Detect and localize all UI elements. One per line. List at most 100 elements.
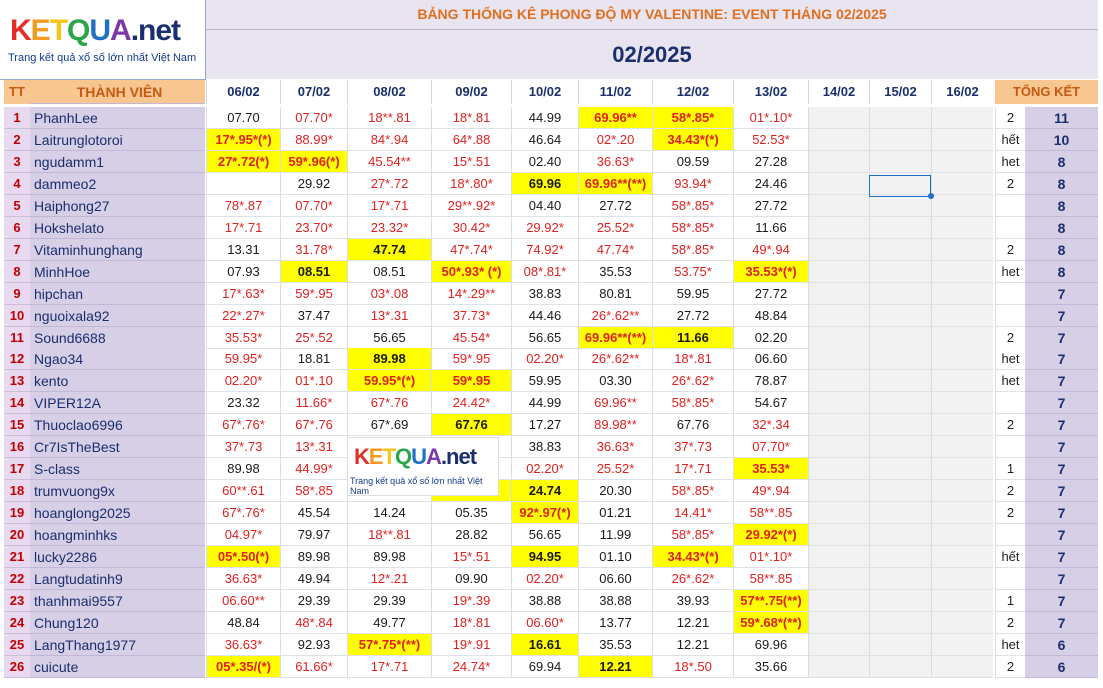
empty-cell bbox=[869, 283, 931, 305]
header-date: 06/02 bbox=[206, 80, 280, 104]
prediction-cell: 01.10 bbox=[578, 546, 652, 568]
empty-cell bbox=[931, 305, 993, 327]
member-name: hipchan bbox=[30, 283, 205, 305]
row-number: 10 bbox=[4, 305, 30, 327]
prediction-cell: 36.63* bbox=[578, 436, 652, 458]
empty-cell bbox=[931, 656, 993, 678]
member-name: Haiphong27 bbox=[30, 195, 205, 217]
prediction-cell: 01*.10* bbox=[733, 107, 808, 129]
prediction-cell: 03.30 bbox=[578, 370, 652, 392]
prediction-cell: 44.99 bbox=[511, 107, 578, 129]
prediction-cell: 09.59 bbox=[652, 151, 733, 173]
prediction-cell: 14.41* bbox=[652, 502, 733, 524]
prediction-cell: 13*.31 bbox=[280, 436, 347, 458]
prediction-cell: 02.20* bbox=[511, 458, 578, 480]
prediction-cell: 69.96** bbox=[578, 392, 652, 414]
prediction-cell: 27.72 bbox=[652, 305, 733, 327]
score-cell: 7 bbox=[1025, 568, 1098, 590]
prediction-cell: 01*.10 bbox=[280, 370, 347, 392]
prediction-cell: 44.99* bbox=[280, 458, 347, 480]
row-number: 14 bbox=[4, 392, 30, 414]
empty-cell bbox=[808, 305, 869, 327]
empty-cell bbox=[808, 129, 869, 151]
fill-handle[interactable] bbox=[928, 193, 934, 199]
prediction-cell: 05*.35/(*) bbox=[206, 656, 280, 678]
prediction-cell: 34.43*(*) bbox=[652, 546, 733, 568]
score-cell: 7 bbox=[1025, 327, 1098, 349]
watermark-logo: KETQUA.net Trang kết quả xổ số lớn nhất … bbox=[347, 437, 499, 496]
prediction-cell: 36.63* bbox=[206, 634, 280, 656]
prediction-cell: 50*.93* (*) bbox=[431, 261, 511, 283]
prediction-cell: 25.52* bbox=[578, 217, 652, 239]
note-cell: het bbox=[995, 151, 1025, 173]
note-cell: 1 bbox=[995, 590, 1025, 612]
prediction-cell: 15*.51 bbox=[431, 151, 511, 173]
score-cell: 8 bbox=[1025, 195, 1098, 217]
row-number: 9 bbox=[4, 283, 30, 305]
note-cell: 2 bbox=[995, 239, 1025, 261]
note-cell bbox=[995, 217, 1025, 239]
note-cell: 2 bbox=[995, 612, 1025, 634]
empty-cell bbox=[808, 151, 869, 173]
prediction-cell: 03*.08 bbox=[347, 283, 431, 305]
prediction-cell: 32*.34 bbox=[733, 414, 808, 436]
member-name: VIPER12A bbox=[30, 392, 205, 414]
prediction-cell: 02.40 bbox=[511, 151, 578, 173]
member-name: trumvuong9x bbox=[30, 480, 205, 502]
row-number: 26 bbox=[4, 656, 30, 678]
prediction-cell: 53.75* bbox=[652, 261, 733, 283]
note-cell: 1 bbox=[995, 458, 1025, 480]
empty-cell bbox=[869, 546, 931, 568]
prediction-cell: 44.99 bbox=[511, 392, 578, 414]
note-cell bbox=[995, 283, 1025, 305]
prediction-cell: 47*.74* bbox=[431, 239, 511, 261]
logo-box: KETQUA.net Trang kết quả xổ số lớn nhất … bbox=[0, 0, 206, 80]
prediction-cell: 57*.75*(**) bbox=[347, 634, 431, 656]
empty-cell bbox=[931, 283, 993, 305]
prediction-cell: 58*.85 bbox=[280, 480, 347, 502]
empty-cell bbox=[931, 414, 993, 436]
prediction-cell: 59.95*(*) bbox=[347, 370, 431, 392]
row-number: 19 bbox=[4, 502, 30, 524]
prediction-cell: 35.53 bbox=[578, 634, 652, 656]
prediction-cell: 48.84 bbox=[733, 305, 808, 327]
member-name: S-class bbox=[30, 458, 205, 480]
selected-cell[interactable] bbox=[869, 175, 931, 197]
prediction-cell: 12*.21 bbox=[347, 568, 431, 590]
member-name: hoanglong2025 bbox=[30, 502, 205, 524]
prediction-cell: 56.65 bbox=[347, 327, 431, 349]
prediction-cell: 11.66 bbox=[733, 217, 808, 239]
prediction-cell: 18*.81 bbox=[652, 348, 733, 370]
empty-cell bbox=[931, 370, 993, 392]
note-cell: 2 bbox=[995, 502, 1025, 524]
prediction-cell: 06.60** bbox=[206, 590, 280, 612]
prediction-cell: 58*.85* bbox=[652, 217, 733, 239]
prediction-cell: 59*.96(*) bbox=[280, 151, 347, 173]
empty-cell bbox=[869, 327, 931, 349]
score-cell: 7 bbox=[1025, 414, 1098, 436]
prediction-cell: 47.74 bbox=[347, 239, 431, 261]
prediction-cell: 64*.88 bbox=[431, 129, 511, 151]
prediction-cell: 67.76 bbox=[431, 414, 511, 436]
header-date: 12/02 bbox=[652, 80, 733, 104]
prediction-cell: 27.72 bbox=[733, 195, 808, 217]
row-number: 2 bbox=[4, 129, 30, 151]
prediction-cell: 35.66 bbox=[733, 656, 808, 678]
prediction-cell: 14.24 bbox=[347, 502, 431, 524]
prediction-cell: 89.98 bbox=[347, 546, 431, 568]
prediction-cell: 37*.73 bbox=[652, 436, 733, 458]
empty-cell bbox=[931, 546, 993, 568]
empty-cell bbox=[808, 436, 869, 458]
prediction-cell: 01.21 bbox=[578, 502, 652, 524]
prediction-cell: 67*.76* bbox=[206, 414, 280, 436]
prediction-cell: 67*.76* bbox=[206, 502, 280, 524]
prediction-cell: 54.67 bbox=[733, 392, 808, 414]
prediction-cell: 47.74* bbox=[578, 239, 652, 261]
prediction-cell: 29.39 bbox=[347, 590, 431, 612]
header-date: 11/02 bbox=[578, 80, 652, 104]
prediction-cell: 45.54 bbox=[280, 502, 347, 524]
empty-cell bbox=[931, 173, 993, 195]
prediction-cell: 93.94* bbox=[652, 173, 733, 195]
empty-cell bbox=[808, 195, 869, 217]
prediction-cell: 58**.85 bbox=[733, 502, 808, 524]
